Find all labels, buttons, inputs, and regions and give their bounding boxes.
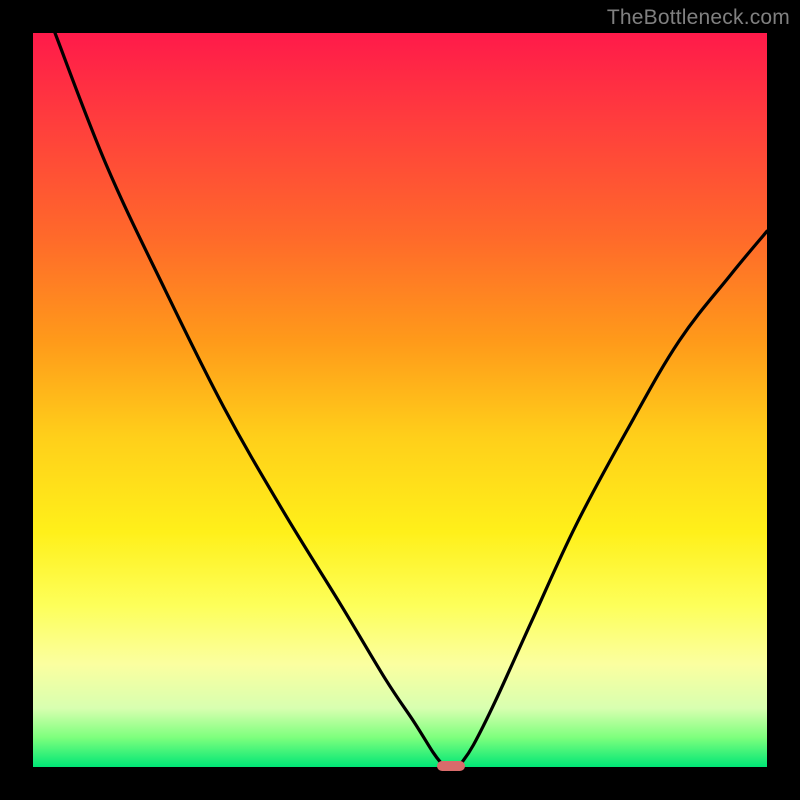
optimum-marker [437,761,465,771]
plot-area [33,33,767,767]
bottleneck-curve [33,33,767,767]
watermark-text: TheBottleneck.com [607,6,790,30]
